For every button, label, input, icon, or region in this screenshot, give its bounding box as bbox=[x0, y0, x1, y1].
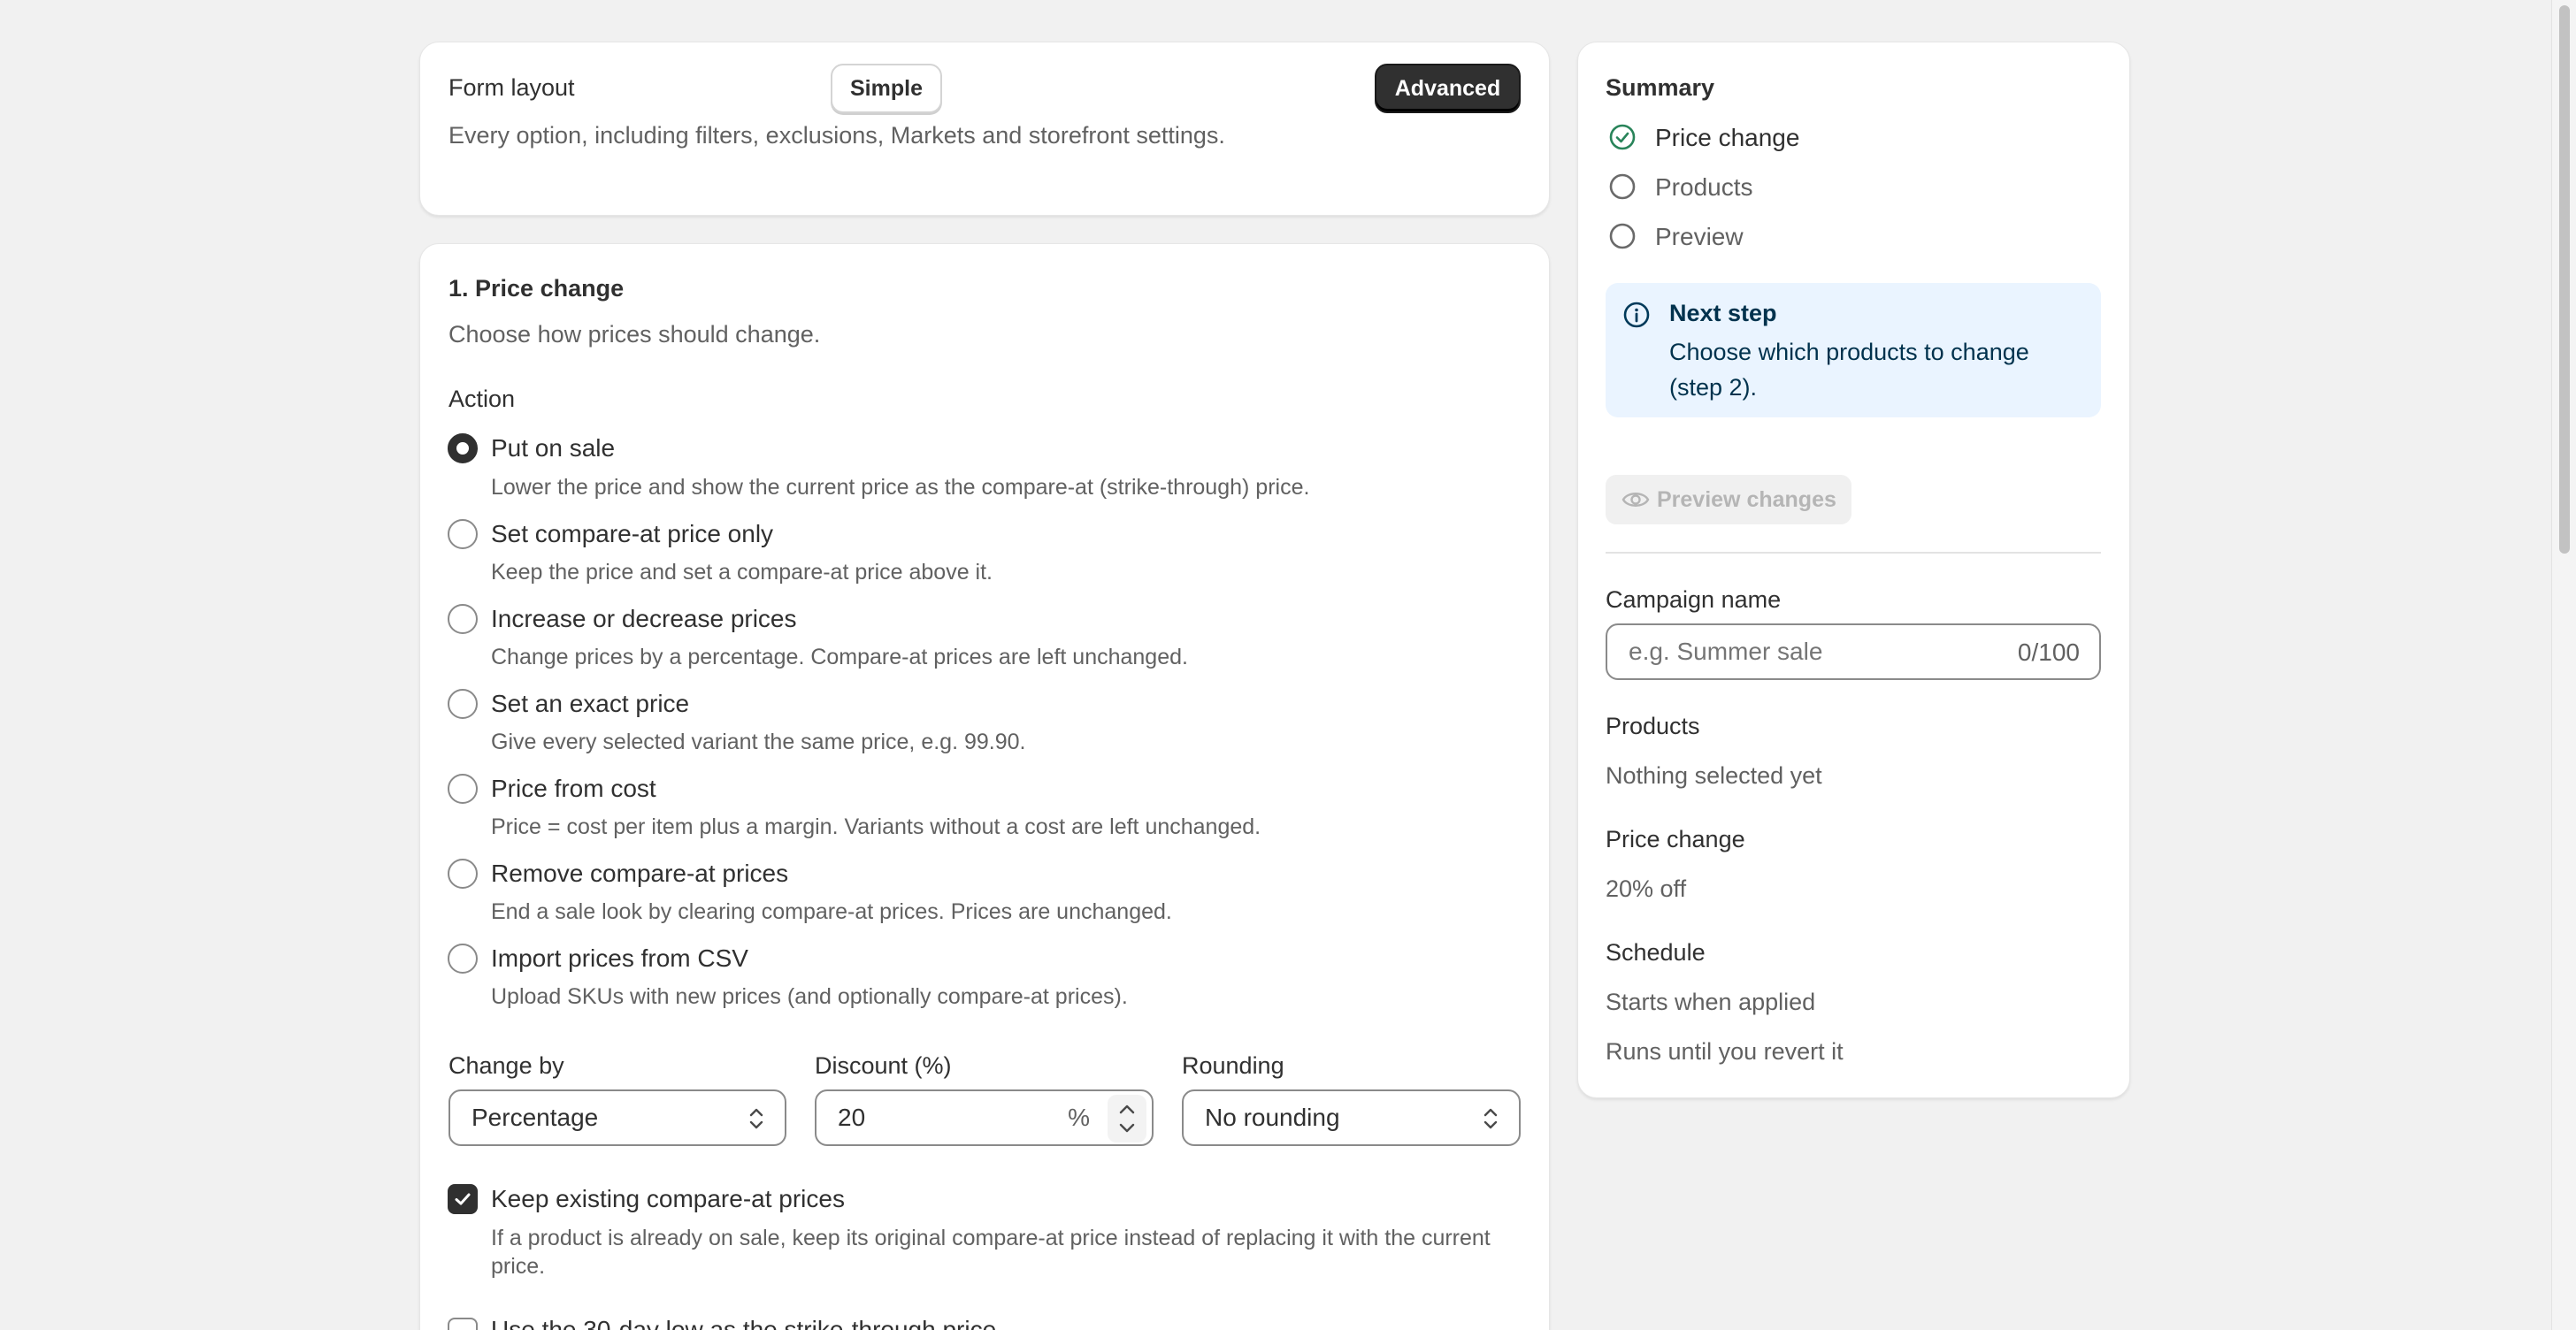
campaign-name-input[interactable] bbox=[1629, 638, 1982, 666]
radio-increase-decrease[interactable] bbox=[448, 604, 478, 634]
campaign-name-field[interactable]: 0/100 bbox=[1606, 623, 2101, 680]
rounding-label: Rounding bbox=[1182, 1052, 1284, 1079]
rounding-select[interactable]: No rounding bbox=[1182, 1089, 1521, 1146]
section-title: 1. Price change bbox=[448, 275, 625, 302]
radio-set-compare-at[interactable] bbox=[448, 519, 478, 549]
action-label: Action bbox=[448, 386, 516, 412]
summary-divider bbox=[1606, 552, 2101, 554]
discount-label: Discount (%) bbox=[815, 1052, 952, 1079]
option-help: End a sale look by clearing compare-at p… bbox=[491, 899, 1172, 924]
select-chevron-icon bbox=[1484, 1108, 1498, 1129]
change-by-value: Percentage bbox=[472, 1104, 599, 1131]
advanced-layout-button[interactable]: Advanced bbox=[1375, 64, 1521, 113]
option-label[interactable]: Remove compare-at prices bbox=[491, 860, 788, 888]
option-help: Price = cost per item plus a margin. Var… bbox=[491, 814, 1261, 839]
preview-changes-button[interactable]: Preview changes bbox=[1606, 475, 1852, 524]
discount-value: 20 bbox=[838, 1104, 866, 1131]
schedule-label: Schedule bbox=[1606, 939, 1706, 966]
eye-icon bbox=[1622, 493, 1650, 507]
empty-circle-icon bbox=[1609, 173, 1636, 200]
discount-input[interactable]: 20 % bbox=[815, 1089, 1154, 1146]
schedule-end: Runs until you revert it bbox=[1606, 1038, 1844, 1065]
keep-compare-help: If a product is already on sale, keep it… bbox=[491, 1226, 1491, 1279]
check-circle-icon bbox=[1609, 124, 1636, 150]
scrollbar-thumb[interactable] bbox=[2559, 5, 2570, 554]
products-label: Products bbox=[1606, 713, 1700, 739]
option-label[interactable]: Import prices from CSV bbox=[491, 944, 748, 973]
price-change-value: 20% off bbox=[1606, 875, 1687, 902]
form-layout-description: Every option, including filters, exclusi… bbox=[448, 122, 1225, 149]
option-help: Give every selected variant the same pri… bbox=[491, 730, 1026, 754]
use-low-checkbox[interactable] bbox=[448, 1318, 478, 1330]
keep-compare-checkbox[interactable] bbox=[448, 1184, 478, 1214]
stepper-arrows-icon bbox=[1119, 1105, 1135, 1133]
select-chevron-icon bbox=[749, 1108, 763, 1129]
radio-import-csv[interactable] bbox=[448, 944, 478, 974]
rounding-value: No rounding bbox=[1205, 1104, 1340, 1131]
preview-changes-label: Preview changes bbox=[1657, 486, 1836, 512]
option-label[interactable]: Put on sale bbox=[491, 434, 615, 462]
option-label[interactable]: Set compare-at price only bbox=[491, 520, 773, 548]
schedule-start: Starts when applied bbox=[1606, 989, 1816, 1015]
form-layout-title: Form layout bbox=[448, 74, 575, 101]
discount-suffix: % bbox=[1068, 1104, 1090, 1131]
option-help: Keep the price and set a compare-at pric… bbox=[491, 560, 993, 585]
section-subtitle: Choose how prices should change. bbox=[448, 321, 821, 348]
discount-stepper[interactable] bbox=[1108, 1095, 1146, 1143]
radio-exact-price[interactable] bbox=[448, 689, 478, 719]
step-products: Products bbox=[1655, 173, 1753, 201]
step-preview: Preview bbox=[1655, 223, 1744, 250]
campaign-name-label: Campaign name bbox=[1606, 586, 1782, 613]
campaign-name-counter: 0/100 bbox=[2017, 638, 2080, 666]
option-label[interactable]: Price from cost bbox=[491, 775, 656, 803]
summary-title: Summary bbox=[1606, 74, 1715, 101]
option-help: Lower the price and show the current pri… bbox=[491, 475, 1310, 500]
empty-circle-icon bbox=[1609, 223, 1636, 249]
change-by-select[interactable]: Percentage bbox=[448, 1089, 786, 1146]
step-price-change: Price change bbox=[1655, 124, 1800, 151]
checkmark-icon bbox=[455, 1193, 471, 1205]
price-change-label: Price change bbox=[1606, 826, 1745, 852]
change-by-label: Change by bbox=[448, 1052, 564, 1079]
page: Form layout Every option, including filt… bbox=[0, 0, 2576, 1330]
products-value: Nothing selected yet bbox=[1606, 762, 1822, 789]
option-label[interactable]: Increase or decrease prices bbox=[491, 605, 797, 633]
radio-price-from-cost[interactable] bbox=[448, 774, 478, 804]
keep-compare-label[interactable]: Keep existing compare-at prices bbox=[491, 1185, 845, 1213]
page-scrollbar[interactable] bbox=[2551, 0, 2576, 1330]
option-help: Change prices by a percentage. Compare-a… bbox=[491, 645, 1188, 669]
radio-put-on-sale[interactable] bbox=[448, 433, 478, 463]
use-low-label[interactable]: Use the 30-day low as the strike-through… bbox=[491, 1316, 996, 1330]
next-step-text: Choose which products to change (step 2)… bbox=[1669, 339, 2029, 401]
radio-remove-compare-at[interactable] bbox=[448, 859, 478, 889]
simple-layout-button[interactable]: Simple bbox=[831, 64, 942, 113]
option-help: Upload SKUs with new prices (and optiona… bbox=[491, 984, 1128, 1009]
info-icon bbox=[1623, 302, 1650, 328]
next-step-title: Next step bbox=[1669, 300, 1777, 326]
option-label[interactable]: Set an exact price bbox=[491, 690, 689, 718]
